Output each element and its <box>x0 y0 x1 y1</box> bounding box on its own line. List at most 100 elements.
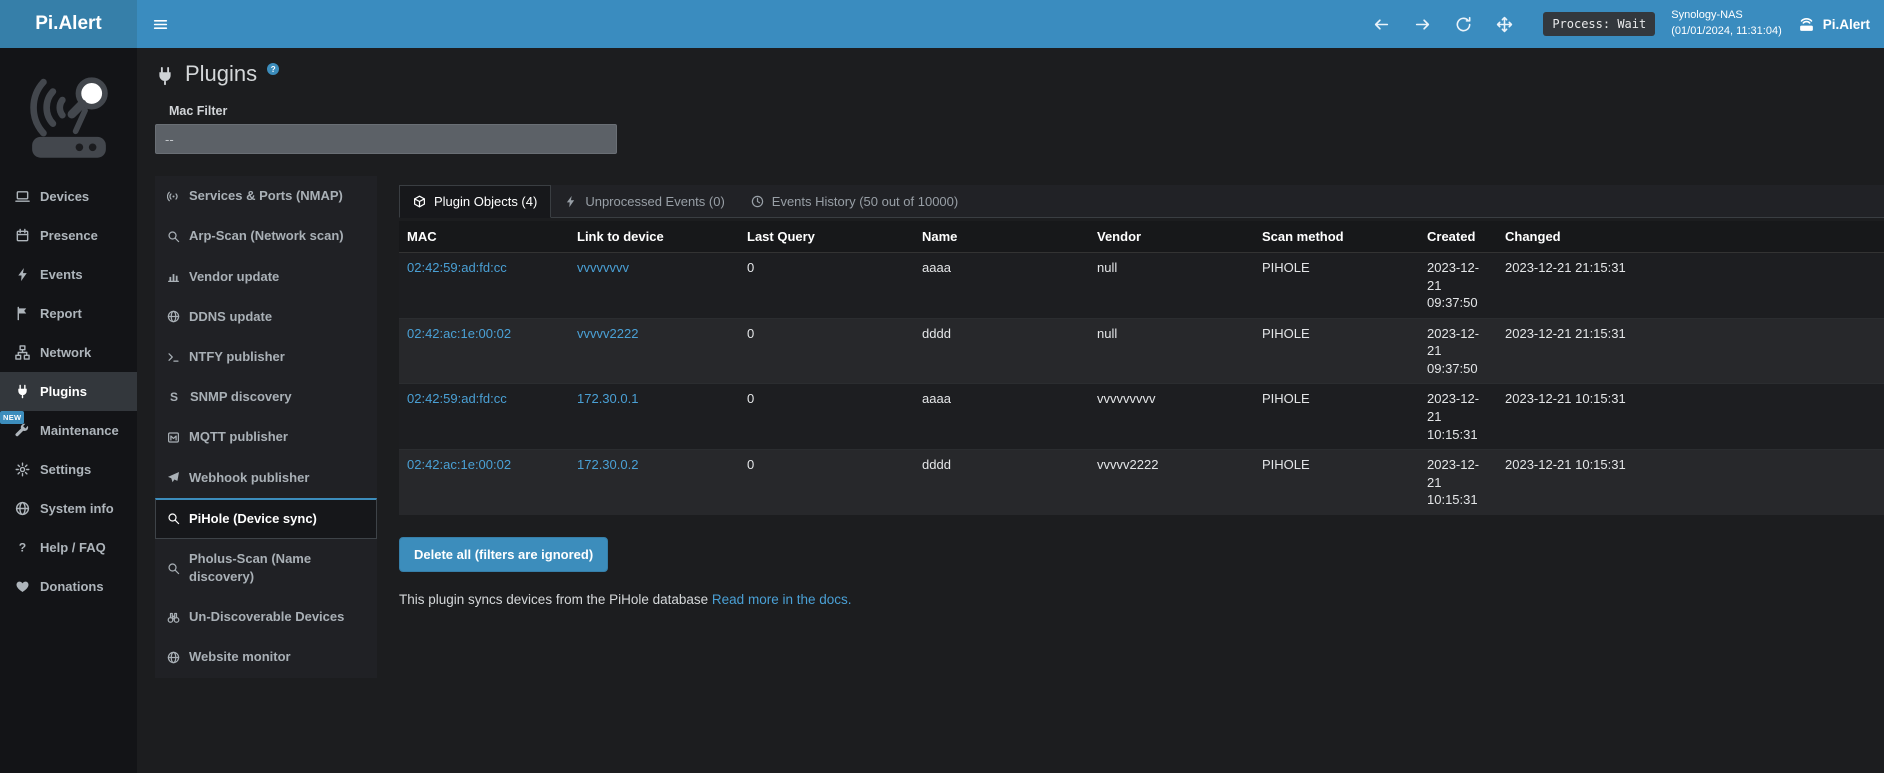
svg-text:?: ? <box>19 541 26 555</box>
cell-vendor: vvvvvvvvv <box>1089 384 1254 450</box>
chart-icon <box>167 270 180 283</box>
tab-unprocessed-events[interactable]: Unprocessed Events (0) <box>551 185 737 218</box>
docs-link[interactable]: Read more in the docs. <box>712 592 852 607</box>
router-scan-illustration <box>17 69 121 167</box>
tab-events-history[interactable]: Events History (50 out of 10000) <box>738 185 971 218</box>
plugin-nav-item-ntfy-publisher[interactable]: NTFY publisher <box>155 337 377 377</box>
cell-last-query: 0 <box>739 253 914 319</box>
device-link[interactable]: 172.30.0.2 <box>577 457 638 472</box>
table-row: 02:42:ac:1e:00:02 172.30.0.2 0 dddd vvvv… <box>399 450 1884 515</box>
cell-name: aaaa <box>914 253 1089 319</box>
column-header-vendor: Vendor <box>1089 221 1254 253</box>
sidebar-item-label: Network <box>40 345 91 360</box>
question-icon: ? <box>15 540 30 555</box>
mqtt-icon <box>167 431 180 444</box>
plugin-nav-item-pholus-scan[interactable]: Pholus-Scan (Name discovery) <box>155 539 377 597</box>
plugin-panel: Plugin Objects (4) Unprocessed Events (0… <box>399 176 1884 607</box>
cell-changed: 2023-12-21 10:15:31 <box>1497 450 1884 515</box>
cell-mac: 02:42:ac:1e:00:02 <box>399 318 569 384</box>
plugin-nav-item-webhook-publisher[interactable]: Webhook publisher <box>155 458 377 498</box>
mac-filter-input[interactable] <box>155 124 617 154</box>
sidebar-item-maintenance[interactable]: NEW Maintenance <box>0 411 137 450</box>
arrow-left-icon[interactable] <box>1373 16 1390 33</box>
pialert-logo-icon <box>1798 16 1815 33</box>
plugin-nav-item-undiscoverable-devices[interactable]: Un-Discoverable Devices <box>155 597 377 637</box>
cell-link-to-device: 172.30.0.2 <box>569 450 739 515</box>
sidebar-item-donations[interactable]: Donations <box>0 567 137 606</box>
flag-icon <box>15 306 30 321</box>
plugin-nav-label: MQTT publisher <box>189 428 288 446</box>
sidebar-item-label: Events <box>40 267 83 282</box>
plug-icon <box>155 66 175 86</box>
binoculars-icon <box>167 611 180 624</box>
device-link[interactable]: vvvvvvvv <box>577 260 629 275</box>
plugin-nav-item-website-monitor[interactable]: Website monitor <box>155 637 377 677</box>
header-brand[interactable]: Pi.Alert <box>1798 16 1870 33</box>
plugin-nav-item-arp-scan[interactable]: Arp-Scan (Network scan) <box>155 216 377 256</box>
mac-link[interactable]: 02:42:ac:1e:00:02 <box>407 326 511 341</box>
cell-link-to-device: vvvvv2222 <box>569 318 739 384</box>
network-icon <box>15 345 30 360</box>
tab-plugin-objects[interactable]: Plugin Objects (4) <box>399 185 551 218</box>
table-row: 02:42:59:ad:fd:cc vvvvvvvv 0 aaaa null P… <box>399 253 1884 319</box>
app-logo[interactable]: Pi.Alert <box>0 0 137 48</box>
plugin-nav-item-services-ports[interactable]: Services & Ports (NMAP) <box>155 176 377 216</box>
sidebar: Devices Presence Events Report Network P… <box>0 48 137 773</box>
sidebar-item-devices[interactable]: Devices <box>0 177 137 216</box>
sidebar-toggle-button[interactable] <box>137 0 183 48</box>
plugin-nav-item-mqtt-publisher[interactable]: MQTT publisher <box>155 417 377 457</box>
bolt-icon <box>564 195 577 208</box>
tab-label: Unprocessed Events (0) <box>585 194 724 209</box>
cell-mac: 02:42:59:ad:fd:cc <box>399 384 569 450</box>
cell-created: 2023-12-21 10:15:31 <box>1419 450 1497 515</box>
plugin-description-text: This plugin syncs devices from the PiHol… <box>399 592 708 607</box>
sidebar-item-events[interactable]: Events <box>0 255 137 294</box>
search-icon <box>167 230 180 243</box>
arrow-right-icon[interactable] <box>1414 16 1431 33</box>
mac-link[interactable]: 02:42:59:ad:fd:cc <box>407 260 507 275</box>
plugin-nav-item-snmp-discovery[interactable]: S SNMP discovery <box>155 377 377 417</box>
main-content: Plugins ? Mac Filter Services & Ports (N… <box>137 48 1884 773</box>
new-badge: NEW <box>0 411 24 424</box>
bolt-icon <box>15 267 30 282</box>
cube-icon <box>413 195 426 208</box>
cell-link-to-device: 172.30.0.1 <box>569 384 739 450</box>
wrench-icon <box>15 423 30 438</box>
header-right: Process: Wait Synology-NAS (01/01/2024, … <box>1373 8 1884 40</box>
refresh-icon[interactable] <box>1455 16 1472 33</box>
cell-link-to-device: vvvvvvvv <box>569 253 739 319</box>
cell-created: 2023-12-21 10:15:31 <box>1419 384 1497 450</box>
sidebar-item-settings[interactable]: Settings <box>0 450 137 489</box>
mac-link[interactable]: 02:42:ac:1e:00:02 <box>407 457 511 472</box>
sidebar-item-system-info[interactable]: System info <box>0 489 137 528</box>
device-link[interactable]: vvvvv2222 <box>577 326 638 341</box>
sidebar-item-network[interactable]: Network <box>0 333 137 372</box>
plugin-nav-label: Arp-Scan (Network scan) <box>189 227 344 245</box>
sidebar-item-help-faq[interactable]: ? Help / FAQ <box>0 528 137 567</box>
table-row: 02:42:59:ad:fd:cc 172.30.0.1 0 aaaa vvvv… <box>399 384 1884 450</box>
cell-created: 2023-12-21 09:37:50 <box>1419 253 1497 319</box>
radar-icon <box>167 190 180 203</box>
plugin-nav-label: Vendor update <box>189 268 279 286</box>
sidebar-item-plugins[interactable]: Plugins <box>0 372 137 411</box>
host-time: (01/01/2024, 11:31:04) <box>1671 24 1782 40</box>
arrows-expand-icon[interactable] <box>1496 16 1513 33</box>
cell-mac: 02:42:59:ad:fd:cc <box>399 253 569 319</box>
delete-all-button[interactable]: Delete all (filters are ignored) <box>399 537 608 572</box>
mac-link[interactable]: 02:42:59:ad:fd:cc <box>407 391 507 406</box>
plugin-nav-label: Website monitor <box>189 648 291 666</box>
plugin-description: This plugin syncs devices from the PiHol… <box>399 592 1884 607</box>
plugin-nav-item-vendor-update[interactable]: Vendor update <box>155 257 377 297</box>
help-badge[interactable]: ? <box>267 63 279 75</box>
sidebar-item-report[interactable]: Report <box>0 294 137 333</box>
page-header: Plugins ? <box>155 56 1884 88</box>
column-header-last-query: Last Query <box>739 221 914 253</box>
process-status-badge: Process: Wait <box>1543 12 1655 36</box>
sidebar-item-presence[interactable]: Presence <box>0 216 137 255</box>
plugin-nav-item-ddns-update[interactable]: DDNS update <box>155 297 377 337</box>
device-link[interactable]: 172.30.0.1 <box>577 391 638 406</box>
plugin-nav-label: NTFY publisher <box>189 348 285 366</box>
column-header-changed: Changed <box>1497 221 1884 253</box>
mac-filter-label: Mac Filter <box>169 104 1884 118</box>
plugin-nav-item-pihole[interactable]: PiHole (Device sync) <box>155 498 377 539</box>
